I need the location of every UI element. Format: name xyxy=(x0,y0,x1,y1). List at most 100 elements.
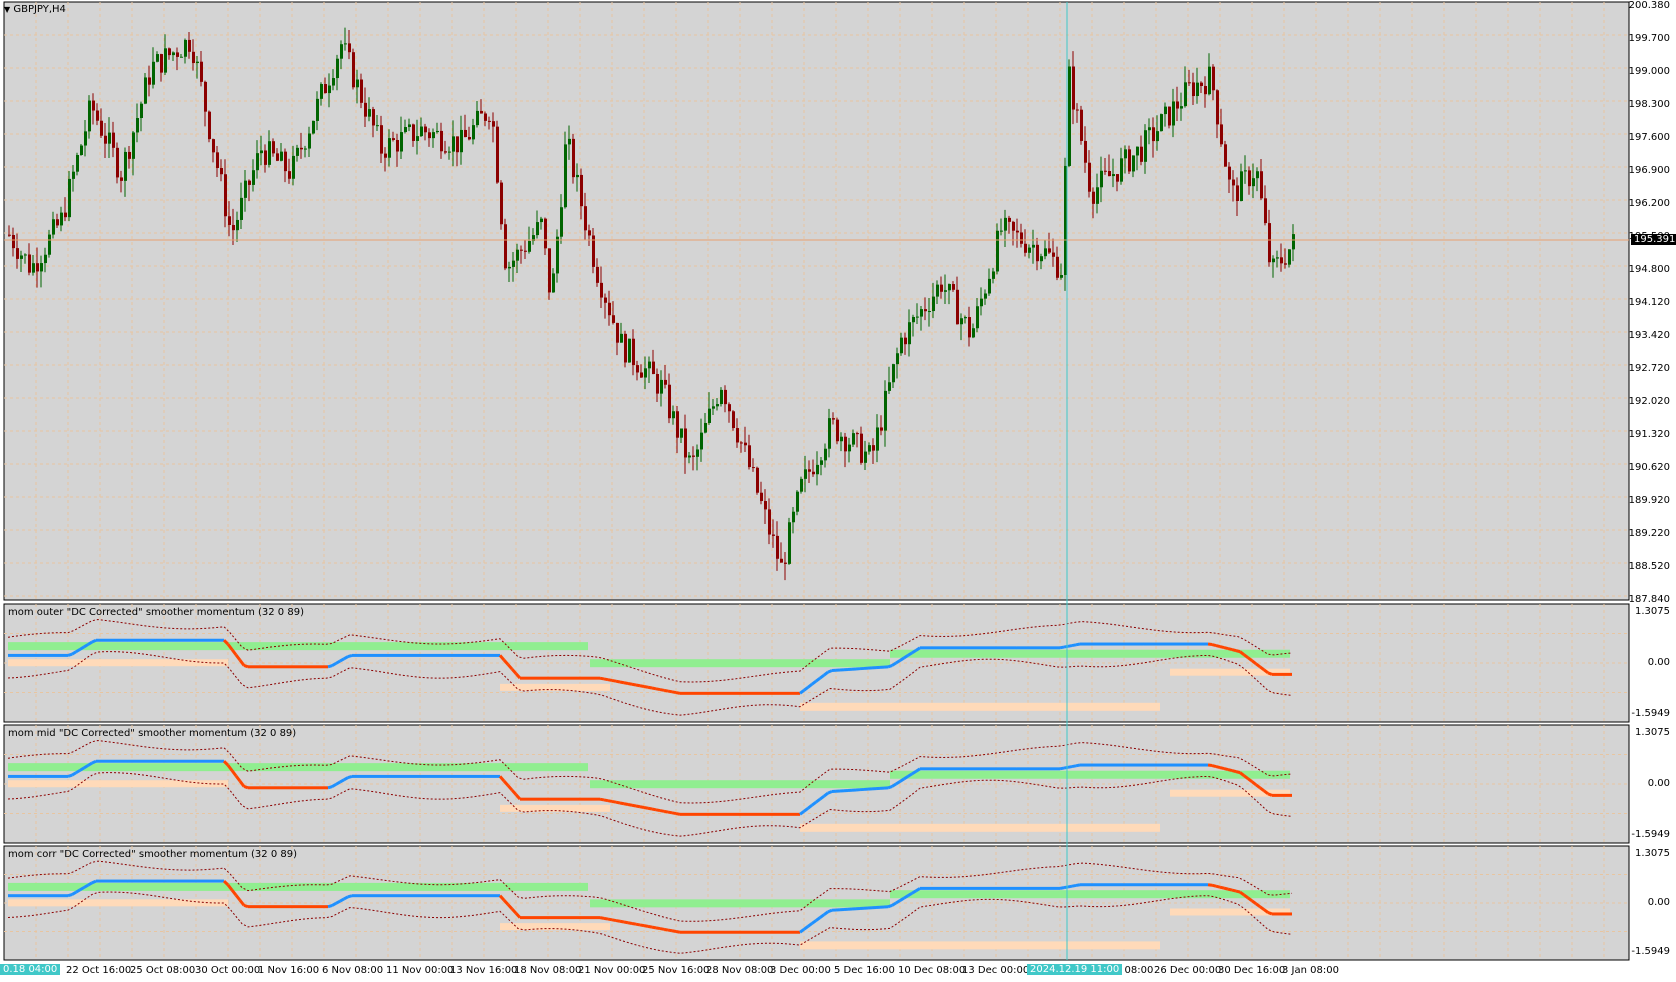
candle-body xyxy=(616,322,619,343)
crosshair-time-label: 2024.12.19 11:00 xyxy=(1027,964,1123,975)
candle-body xyxy=(88,100,91,132)
candle-body xyxy=(828,418,831,449)
candle-body xyxy=(124,151,127,181)
candle-body xyxy=(972,328,975,338)
momentum-line xyxy=(243,785,249,790)
momentum-line xyxy=(1075,763,1081,768)
momentum-line xyxy=(79,886,85,892)
indicator-title-3: mom corr "DC Corrected" smoother momentu… xyxy=(8,849,297,860)
candle-body xyxy=(132,132,135,159)
candle-body xyxy=(36,263,39,272)
momentum-line xyxy=(675,812,681,816)
candle-body xyxy=(1224,144,1227,167)
momentum-line xyxy=(651,686,657,691)
candle-body xyxy=(936,284,939,297)
momentum-line xyxy=(635,804,641,809)
momentum-line xyxy=(87,881,93,887)
candle-body xyxy=(604,297,607,303)
candle-body xyxy=(1212,66,1215,91)
candle-body xyxy=(92,100,95,111)
time-axis-label: 1 Nov 16:00 xyxy=(258,965,320,976)
momentum-line xyxy=(627,921,633,925)
candle-body xyxy=(860,433,863,463)
candle-body xyxy=(216,152,219,169)
down-band xyxy=(8,780,228,788)
momentum-line xyxy=(619,801,625,806)
candle-body xyxy=(636,365,639,373)
candle-body xyxy=(1004,217,1007,231)
candle-body xyxy=(20,255,23,259)
momentum-line xyxy=(611,799,617,804)
price-axis-label: 199.000 xyxy=(1628,66,1670,77)
candle-body xyxy=(556,236,559,274)
candle-body xyxy=(884,390,887,431)
candle-body xyxy=(1032,244,1035,248)
momentum-line xyxy=(827,790,833,795)
dropdown-triangle-icon[interactable]: ▼ xyxy=(4,5,10,14)
momentum-line xyxy=(347,774,353,779)
candle-body xyxy=(1120,158,1123,182)
momentum-line xyxy=(619,919,625,924)
momentum-line xyxy=(639,923,645,928)
candle-body xyxy=(1148,127,1151,131)
momentum-line xyxy=(659,688,665,692)
candle-body xyxy=(672,411,675,419)
candle-body xyxy=(724,389,727,405)
indicator-axis-label: 0.00 xyxy=(1647,897,1670,908)
candle-body xyxy=(332,78,335,86)
candle-body xyxy=(908,322,911,345)
momentum-line xyxy=(1059,886,1065,890)
momentum-line xyxy=(603,798,609,803)
candle-body xyxy=(720,389,723,405)
momentum-line xyxy=(1219,645,1225,650)
candle-body xyxy=(528,241,531,252)
candle-body xyxy=(704,422,707,433)
candle-body xyxy=(660,379,663,394)
price-axis-label: 194.800 xyxy=(1628,264,1670,275)
momentum-line xyxy=(335,899,341,905)
momentum-line xyxy=(907,651,913,657)
up-band xyxy=(890,890,1290,899)
candle-body xyxy=(580,174,583,207)
momentum-line xyxy=(79,766,85,772)
price-axis-label: 199.700 xyxy=(1628,33,1670,44)
candle-body xyxy=(600,282,603,298)
candle-body xyxy=(240,197,243,220)
candle-body xyxy=(740,442,743,444)
candle-body xyxy=(756,467,759,493)
price-chart[interactable] xyxy=(0,0,1676,982)
candle-body xyxy=(128,151,131,159)
candle-body xyxy=(152,61,155,85)
up-band xyxy=(890,770,1290,779)
candle-body xyxy=(292,155,295,179)
candle-body xyxy=(1216,90,1219,125)
price-axis-label: 193.420 xyxy=(1628,330,1670,341)
candle-body xyxy=(148,77,151,85)
momentum-line xyxy=(647,685,653,690)
candle-body xyxy=(496,126,499,183)
momentum-line xyxy=(599,797,605,802)
momentum-line xyxy=(615,679,621,684)
indicator-axis-label: 0.00 xyxy=(1647,657,1670,668)
candle-body xyxy=(404,127,407,133)
candle-body xyxy=(976,306,979,329)
momentum-line xyxy=(887,785,893,790)
momentum-line xyxy=(1223,767,1229,772)
momentum-line xyxy=(607,917,613,922)
candle-body xyxy=(980,298,983,307)
momentum-line xyxy=(1067,644,1073,648)
indicator-axis-label: -1.5949 xyxy=(1631,708,1670,719)
momentum-line xyxy=(347,653,353,658)
candle-body xyxy=(1232,179,1235,186)
momentum-line xyxy=(1215,884,1221,889)
candle-body xyxy=(336,58,339,79)
momentum-line xyxy=(1267,911,1273,916)
candle-body xyxy=(452,136,455,152)
candle-body xyxy=(192,51,195,64)
momentum-line xyxy=(343,895,349,901)
momentum-line xyxy=(655,808,661,813)
candle-body xyxy=(368,109,371,117)
candle-body xyxy=(476,110,479,126)
candle-body xyxy=(464,129,467,138)
down-band xyxy=(8,899,228,907)
